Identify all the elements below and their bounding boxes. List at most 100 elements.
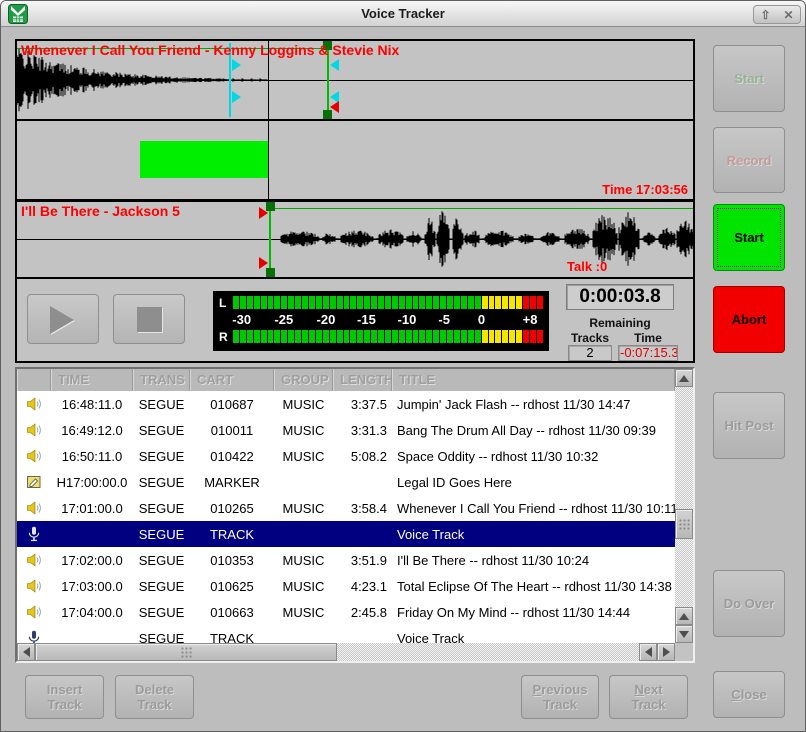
hit-post-button[interactable]: Hit Post: [713, 392, 785, 459]
vertical-scroll-thumb[interactable]: [675, 509, 693, 539]
record-button[interactable]: Record: [713, 127, 785, 193]
track1-cursor-handle-bottom[interactable]: [232, 91, 241, 103]
meter-segment: [537, 330, 543, 343]
meter-segment: [288, 330, 294, 343]
scroll-left-button[interactable]: [17, 643, 35, 661]
meter-segment: [350, 296, 356, 309]
track2-start-handle-bottom[interactable]: [259, 257, 268, 269]
log-cell-icon: [17, 474, 51, 490]
remaining-time-value: -0:07:15.3: [618, 345, 678, 361]
meter-segment: [261, 330, 267, 343]
meter-segment: [495, 330, 501, 343]
log-cell-time: 17:01:00.0: [51, 501, 133, 516]
table-row[interactable]: SEGUETRACKVoice Track: [17, 625, 675, 643]
table-row[interactable]: 17:04:00.0SEGUE010663MUSIC2:45.8Friday O…: [17, 599, 675, 625]
play-button[interactable]: [27, 294, 99, 344]
remaining-time-label: Time: [618, 331, 678, 345]
table-row[interactable]: 17:03:00.0SEGUE010625MUSIC4:23.1Total Ec…: [17, 573, 675, 599]
meter-segment: [413, 330, 419, 343]
meter-segment: [357, 296, 363, 309]
track1-fade-handle-top[interactable]: [330, 59, 339, 71]
up-arrow-icon: [679, 375, 689, 382]
table-row[interactable]: 17:01:00.0SEGUE010265MUSIC3:58.4Whenever…: [17, 495, 675, 521]
meter-segment: [419, 296, 425, 309]
transport-bar: L -30-25-20-15-10-50+8 R 0:00:03.8 Remai…: [17, 277, 693, 359]
meter-segment: [406, 296, 412, 309]
meter-segment: [392, 296, 398, 309]
down-arrow-icon: [679, 631, 689, 638]
speaker-icon: [26, 604, 42, 620]
voicetrack-lane[interactable]: Time 17:03:56: [17, 119, 693, 199]
do-over-button[interactable]: Do Over: [713, 570, 785, 637]
horizontal-scrollbar[interactable]: [17, 643, 675, 661]
log-cell-time: 17:03:00.0: [51, 579, 133, 594]
start-track2-button[interactable]: Start: [713, 204, 785, 271]
stop-button[interactable]: [113, 294, 185, 344]
meter-segment: [419, 330, 425, 343]
log-cell-length: 3:58.4: [333, 501, 392, 516]
vertical-scrollbar[interactable]: [675, 369, 693, 643]
track1-cursor-handle-top[interactable]: [232, 59, 241, 71]
titlebar[interactable]: Voice Tracker ⇧ ✕: [1, 1, 805, 27]
maximize-button[interactable]: ⇧: [754, 6, 777, 23]
scroll-up-button[interactable]: [675, 369, 693, 387]
scroll-right-button[interactable]: [657, 643, 675, 661]
log-cell-group: MUSIC: [274, 605, 333, 620]
track1-waveform-region[interactable]: Whenever I Call You Friend - Kenny Loggi…: [17, 41, 693, 119]
horizontal-scroll-thumb[interactable]: [35, 643, 337, 661]
column-header-cart[interactable]: CART: [190, 369, 274, 391]
log-cell-group: MUSIC: [274, 501, 333, 516]
abort-button[interactable]: Abort: [713, 286, 785, 353]
scrollbar-corner: [675, 643, 693, 661]
previous-track-button[interactable]: PreviousTrack: [521, 675, 599, 719]
table-row[interactable]: 16:49:12.0SEGUE010011MUSIC3:31.3Bang The…: [17, 417, 675, 443]
close-button[interactable]: Close: [713, 671, 785, 718]
log-cell-trans: SEGUE: [133, 449, 190, 464]
thumb-grip: [181, 647, 192, 658]
track2-start-marker[interactable]: [269, 204, 271, 276]
start-track1-button[interactable]: Start: [713, 45, 785, 112]
track2-start-handle-top[interactable]: [259, 207, 268, 219]
meter-segment: [295, 330, 301, 343]
meter-segment: [337, 330, 343, 343]
track2-waveform-region[interactable]: I'll Be There - Jackson 5 Talk :0: [17, 199, 693, 277]
table-row[interactable]: SEGUETRACKVoice Track: [17, 521, 675, 547]
log-cell-time: 16:50:11.0: [51, 449, 133, 464]
log-cell-cart: 010011: [190, 423, 274, 438]
meter-segment: [502, 296, 508, 309]
column-header-trans[interactable]: TRANS: [133, 369, 190, 391]
scroll-up-button-bottom[interactable]: [675, 607, 693, 625]
table-row[interactable]: H17:00:00.0SEGUEMARKERLegal ID Goes Here: [17, 469, 675, 495]
meter-segment: [261, 296, 267, 309]
column-header-time[interactable]: TIME: [51, 369, 133, 391]
table-row[interactable]: 16:48:11.0SEGUE010687MUSIC3:37.5Jumpin' …: [17, 391, 675, 417]
track2-marker-handle-bottom[interactable]: [266, 268, 275, 277]
talk-time-label: Talk :0: [567, 259, 607, 274]
meter-segment: [316, 296, 322, 309]
meter-segment: [378, 296, 384, 309]
table-row[interactable]: 16:50:11.0SEGUE010422MUSIC5:08.2Space Od…: [17, 443, 675, 469]
voicetrack-block[interactable]: [140, 141, 269, 178]
column-header-icon[interactable]: [17, 369, 51, 391]
log-cell-trans: SEGUE: [133, 423, 190, 438]
meter-segment: [233, 296, 239, 309]
column-header-length[interactable]: LENGTH: [333, 369, 392, 391]
column-header-group[interactable]: GROUP: [274, 369, 333, 391]
next-track-button[interactable]: NextTrack: [609, 675, 688, 719]
log-cell-length: 3:37.5: [333, 397, 392, 412]
scroll-down-button[interactable]: [675, 625, 693, 643]
meter-segment: [447, 330, 453, 343]
log-cell-group: MUSIC: [274, 449, 333, 464]
track1-end-handle[interactable]: [330, 101, 339, 113]
meter-segment: [357, 330, 363, 343]
column-header-title[interactable]: TITLE: [392, 369, 675, 391]
insert-track-button[interactable]: Insert Track: [25, 675, 104, 719]
scroll-left-button-right[interactable]: [639, 643, 657, 661]
table-row[interactable]: 17:02:00.0SEGUE010353MUSIC3:51.9I'll Be …: [17, 547, 675, 573]
log-cell-time: 17:04:00.0: [51, 605, 133, 620]
left-arrow-icon: [645, 647, 652, 657]
close-window-button[interactable]: ✕: [777, 6, 800, 23]
delete-track-button[interactable]: Delete Track: [115, 675, 194, 719]
remaining-tracks-value: 2: [568, 345, 612, 361]
meter-scale-tick: -10: [398, 312, 417, 327]
